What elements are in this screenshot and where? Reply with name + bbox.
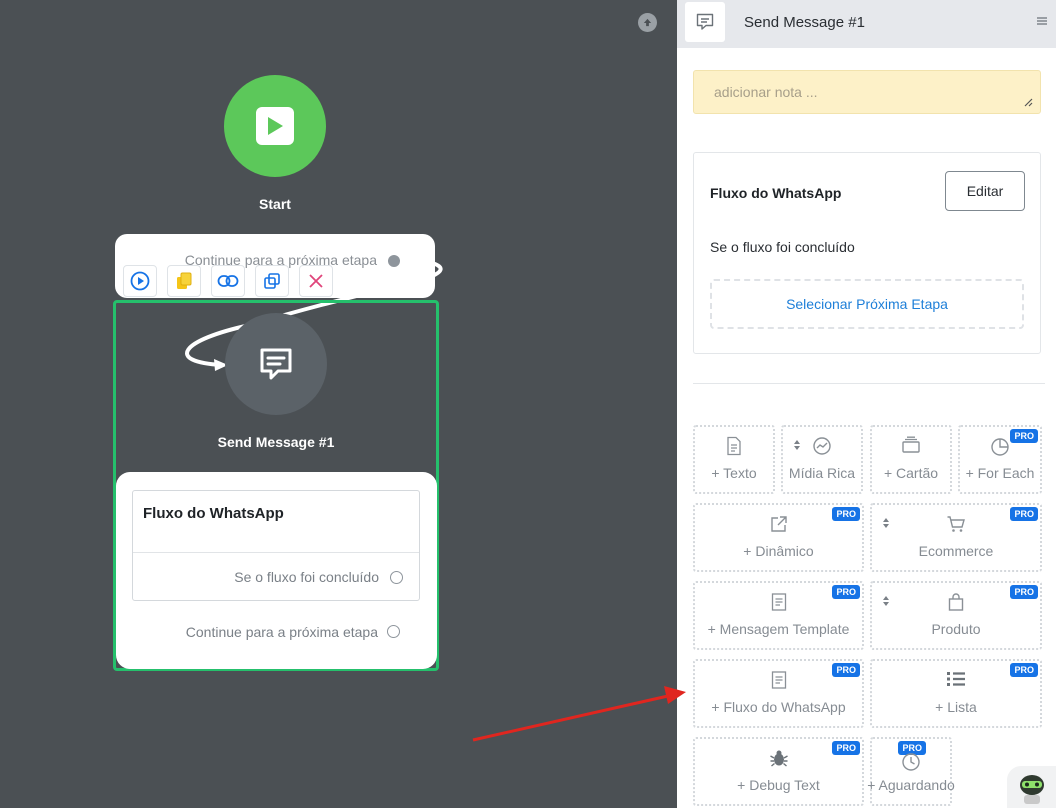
tile-midia-rica[interactable]: Mídia Rica	[781, 425, 863, 494]
tile-fluxo-whatsapp[interactable]: PRO + Fluxo do WhatsApp	[693, 659, 864, 728]
tile-label: Ecommerce	[918, 543, 994, 559]
tile-for-each[interactable]: PRO + For Each	[958, 425, 1042, 494]
pie-icon	[960, 436, 1040, 456]
divider	[133, 552, 419, 553]
send-message-node[interactable]	[225, 313, 327, 415]
whatsapp-flow-title: Fluxo do WhatsApp	[143, 505, 284, 522]
flow-card-condition: Se o fluxo foi concluído	[710, 239, 855, 255]
bug-icon	[695, 748, 862, 768]
tile-label: + For Each	[965, 465, 1035, 481]
duplicate-icon[interactable]	[255, 265, 289, 297]
start-node[interactable]	[224, 75, 326, 177]
tile-produto[interactable]: PRO Produto	[870, 581, 1042, 650]
continue-output-port[interactable]	[387, 625, 400, 638]
send-message-continue-text: Continue para a próxima etapa	[185, 624, 378, 640]
tile-mensagem-template[interactable]: PRO + Mensagem Template	[693, 581, 864, 650]
start-output-port[interactable]	[388, 255, 400, 267]
tile-label: + Cartão	[883, 465, 939, 481]
tile-debug-text[interactable]: PRO + Debug Text	[693, 737, 864, 806]
tile-dinamico[interactable]: PRO + Dinâmico	[693, 503, 864, 572]
template-icon	[695, 592, 862, 612]
scroll-up-icon[interactable]	[638, 13, 657, 32]
properties-panel: Send Message #1 Fluxo do WhatsApp Editar…	[677, 0, 1056, 808]
whatsapp-flow-card: Fluxo do WhatsApp Editar Se o fluxo foi …	[693, 152, 1041, 354]
link-icon[interactable]	[211, 265, 245, 297]
tile-cartao[interactable]: + Cartão	[870, 425, 952, 494]
tile-ecommerce[interactable]: PRO Ecommerce	[870, 503, 1042, 572]
gauge-icon	[783, 436, 861, 456]
chat-bot-avatar[interactable]	[1007, 766, 1056, 808]
cart-icon	[872, 514, 1040, 534]
play-circle-icon[interactable]	[123, 265, 157, 297]
tile-label: + Mensagem Template	[707, 621, 850, 637]
play-icon	[256, 107, 294, 145]
resize-grip-icon[interactable]	[1023, 97, 1033, 107]
hamburger-icon[interactable]	[1036, 14, 1048, 32]
tile-lista[interactable]: PRO + Lista	[870, 659, 1042, 728]
tile-label: + Debug Text	[737, 777, 820, 793]
note-textarea[interactable]	[693, 70, 1041, 114]
list-icon	[872, 670, 1040, 688]
tile-label: Produto	[931, 621, 981, 637]
copy-yellow-icon[interactable]	[167, 265, 201, 297]
card-icon	[872, 436, 950, 454]
bag-icon	[872, 592, 1040, 612]
divider	[693, 383, 1045, 384]
flow-icon	[695, 670, 862, 690]
message-icon	[685, 2, 725, 42]
close-icon[interactable]	[299, 265, 333, 297]
tile-texto[interactable]: + Texto	[693, 425, 775, 494]
tile-label: Mídia Rica	[788, 465, 856, 481]
flow-card-title: Fluxo do WhatsApp	[710, 185, 842, 201]
send-message-card: Fluxo do WhatsApp Se o fluxo foi concluí…	[116, 472, 437, 669]
panel-title: Send Message #1	[744, 14, 865, 31]
tile-aguardando[interactable]: PRO + Aguardando	[867, 737, 955, 806]
message-icon	[260, 348, 292, 380]
flow-canvas[interactable]: Start Continue para a próxima etapa Send…	[0, 0, 677, 808]
condition-output-port[interactable]	[390, 571, 403, 584]
whatsapp-flow-box[interactable]: Fluxo do WhatsApp Se o fluxo foi concluí…	[132, 490, 420, 601]
edit-button[interactable]: Editar	[945, 171, 1025, 211]
external-link-icon	[695, 514, 862, 534]
node-toolbar	[123, 265, 333, 297]
tile-label: + Lista	[935, 699, 977, 715]
tile-label: + Dinâmico	[743, 543, 814, 559]
panel-header: Send Message #1	[677, 0, 1056, 48]
select-next-step-button[interactable]: Selecionar Próxima Etapa	[710, 279, 1024, 329]
tile-label: + Fluxo do WhatsApp	[711, 699, 846, 715]
send-message-node-label: Send Message #1	[217, 434, 335, 450]
tile-label: + Aguardando	[867, 777, 955, 793]
flow-completed-condition: Se o fluxo foi concluído	[234, 569, 379, 585]
document-icon	[695, 436, 773, 456]
clock-icon	[872, 752, 950, 772]
robot-icon	[1020, 775, 1044, 804]
tile-label: + Texto	[711, 465, 757, 481]
start-node-label: Start	[259, 196, 291, 212]
